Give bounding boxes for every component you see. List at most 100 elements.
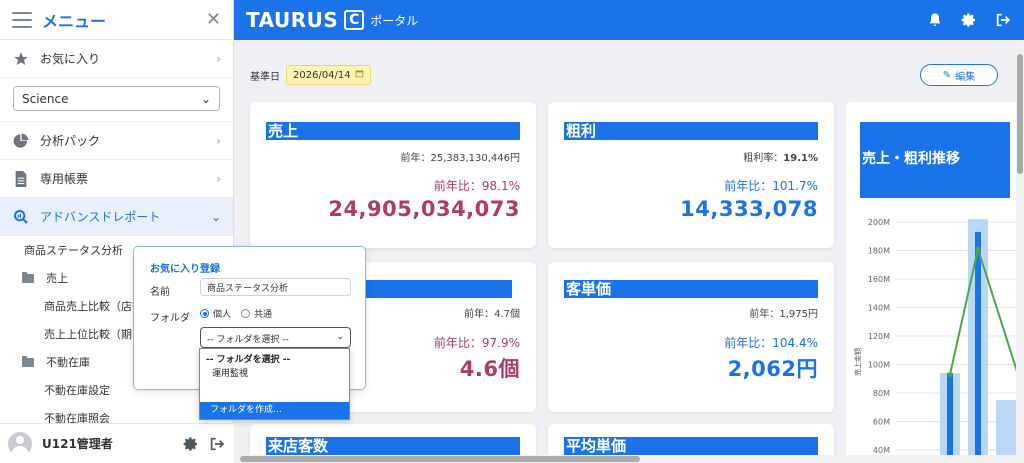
card-value: 24,905,034,073 <box>328 197 520 221</box>
user-name: U121管理者 <box>42 437 113 451</box>
scroll-thumb[interactable] <box>240 456 640 462</box>
radio-label: 個人 <box>213 310 232 320</box>
folder-dropdown: -- フォルダを選択 -- 運用監視 フォルダを作成… <box>199 348 350 420</box>
chart-title: 売上・粗利推移 <box>860 122 1010 198</box>
line-point <box>947 371 953 377</box>
category-select[interactable]: Science ⌄ <box>13 86 220 111</box>
card-prev: 前年：4.7個 <box>464 309 520 320</box>
dropdown-option[interactable]: -- フォルダを選択 -- <box>200 353 349 367</box>
card-ratio: 前年比：104.4% <box>724 336 818 350</box>
gear-icon[interactable] <box>960 11 978 29</box>
pie-chart-icon <box>12 132 30 150</box>
radio-personal[interactable]: 個人 <box>200 307 231 320</box>
folder-icon <box>22 355 34 367</box>
sidebar-title: メニュー <box>42 11 107 31</box>
radio-shared[interactable]: 共通 <box>241 307 272 320</box>
y-axis-label: 売上金額 <box>853 348 862 376</box>
document-icon <box>12 170 30 188</box>
kpi-card-visitors: 来店客数 <box>250 424 536 455</box>
close-icon[interactable]: ✕ <box>206 9 221 30</box>
sidebar-item-favorites[interactable]: お気に入り › <box>0 40 233 78</box>
sidebar-item-label: お気に入り <box>40 52 101 66</box>
card-title: 来店客数 <box>266 437 520 455</box>
calendar-icon <box>355 69 364 81</box>
category-select-value: Science <box>22 91 69 106</box>
scroll-thumb[interactable] <box>1017 54 1023 174</box>
bar-dark <box>975 231 981 455</box>
kpi-card-customer-price: 客単価 前年：1,975円 前年比：104.4% 2,062円 <box>548 262 834 412</box>
radio-label: 共通 <box>254 310 273 320</box>
card-value: 2,062円 <box>727 357 818 381</box>
date-value: 2026/04/14 <box>293 69 351 81</box>
card-value: 4.6個 <box>459 357 520 381</box>
y-tick-label: 180M <box>868 247 890 256</box>
hamburger-icon[interactable] <box>12 11 32 28</box>
dropdown-option[interactable]: 運用監視 <box>200 367 349 381</box>
radio-dot <box>241 309 250 318</box>
y-tick-label: 100M <box>868 361 890 370</box>
logout-icon[interactable] <box>208 435 226 453</box>
card-title: 粗利 <box>564 122 818 140</box>
card-prev: 前年：25,383,130,446円 <box>400 153 520 164</box>
edit-button[interactable]: ✎ 編集 <box>920 64 998 86</box>
sidebar-item-advanced-report[interactable]: アドバンスドレポート ⌄ <box>0 198 233 236</box>
sidebar-item-label: アドバンスドレポート <box>40 210 161 224</box>
sales-chart: 200M 180M 160M 140M 120M 100M 80M 60M 40M 売上金額 <box>853 218 1016 455</box>
kpi-card-gross-profit: 粗利 粗利率：19.1% 前年比：101.7% 14,333,078 <box>548 102 834 248</box>
gear-icon[interactable] <box>182 435 200 453</box>
card-prev-value: 19.1% <box>783 153 818 164</box>
kpi-card-sales: 売上 前年：25,383,130,446円 前年比：98.1% 24,905,0… <box>250 102 536 248</box>
edit-button-label: 編集 <box>955 71 976 83</box>
topbar-icons <box>926 11 1012 29</box>
sidebar-subitem-label: 商品売上比較（店舗 <box>44 300 143 313</box>
popup-title: お気に入り登録 <box>150 264 220 275</box>
logo[interactable]: TAURUS <box>246 8 338 32</box>
sidebar-subitem-label: 売上 <box>46 272 68 285</box>
sidebar-subitem-label: 売上上位比較（期間 <box>44 328 143 341</box>
bar-light <box>996 400 1016 455</box>
vertical-scrollbar[interactable] <box>1016 40 1024 455</box>
sidebar-subitem-label: 不動在庫設定 <box>44 384 110 397</box>
sidebar-item-label: 専用帳票 <box>40 172 89 186</box>
radio-dot <box>200 309 209 318</box>
card-prev: 粗利率：19.1% <box>743 149 818 164</box>
logout-icon[interactable] <box>994 11 1012 29</box>
card-ratio: 前年比：101.7% <box>724 179 818 193</box>
bar-dark <box>947 373 953 455</box>
dropdown-option-create-folder[interactable]: フォルダを作成… <box>200 402 349 419</box>
card-title: 平均単価 <box>564 437 818 455</box>
chevron-down-icon: ⌄ <box>200 91 211 106</box>
chevron-right-icon: › <box>216 51 221 66</box>
star-icon <box>12 50 30 68</box>
sidebar-item-reports[interactable]: 専用帳票 › <box>0 160 233 198</box>
folder-select[interactable]: -- フォルダを選択 -- ⌄ <box>200 327 351 348</box>
card-prev: 前年：1,975円 <box>749 309 818 320</box>
date-picker[interactable]: 2026/04/14 <box>286 65 371 85</box>
line-point <box>975 246 981 252</box>
card-title: 客単価 <box>564 280 818 298</box>
name-input[interactable]: 商品ステータス分析 <box>200 278 351 296</box>
logo-mark: C <box>344 10 365 30</box>
chevron-right-icon: › <box>216 133 221 148</box>
bell-icon[interactable] <box>926 11 944 29</box>
horizontal-scrollbar[interactable] <box>234 455 1024 463</box>
card-ratio: 前年比：97.9% <box>433 336 520 350</box>
chart-card-sales-trend: 売上・粗利推移 200M 180M 160M 140M 120M 100M 80M 60M 40… <box>846 102 1016 455</box>
folder-label: フォルダ <box>150 313 190 324</box>
kpi-card-avg-price: 平均単価 <box>548 424 834 455</box>
logo-subtitle: ポータル <box>370 13 419 28</box>
chevron-right-icon: › <box>216 171 221 186</box>
sidebar-header: メニュー ✕ <box>0 0 233 40</box>
y-tick-label: 200M <box>868 218 890 227</box>
y-tick-label: 140M <box>868 304 890 313</box>
card-title: 売上 <box>266 122 520 140</box>
sidebar-select-wrap: Science ⌄ <box>0 78 233 122</box>
sidebar-subitem-label: 商品ステータス分析 <box>24 244 123 257</box>
sidebar-item-analysis-pack[interactable]: 分析パック › <box>0 122 233 160</box>
topbar: TAURUS C ポータル <box>234 0 1024 40</box>
name-label: 名前 <box>150 287 170 298</box>
card-value: 14,333,078 <box>680 197 818 221</box>
avatar[interactable] <box>8 431 32 456</box>
card-ratio: 前年比：98.1% <box>433 179 520 193</box>
folder-icon <box>22 271 34 283</box>
